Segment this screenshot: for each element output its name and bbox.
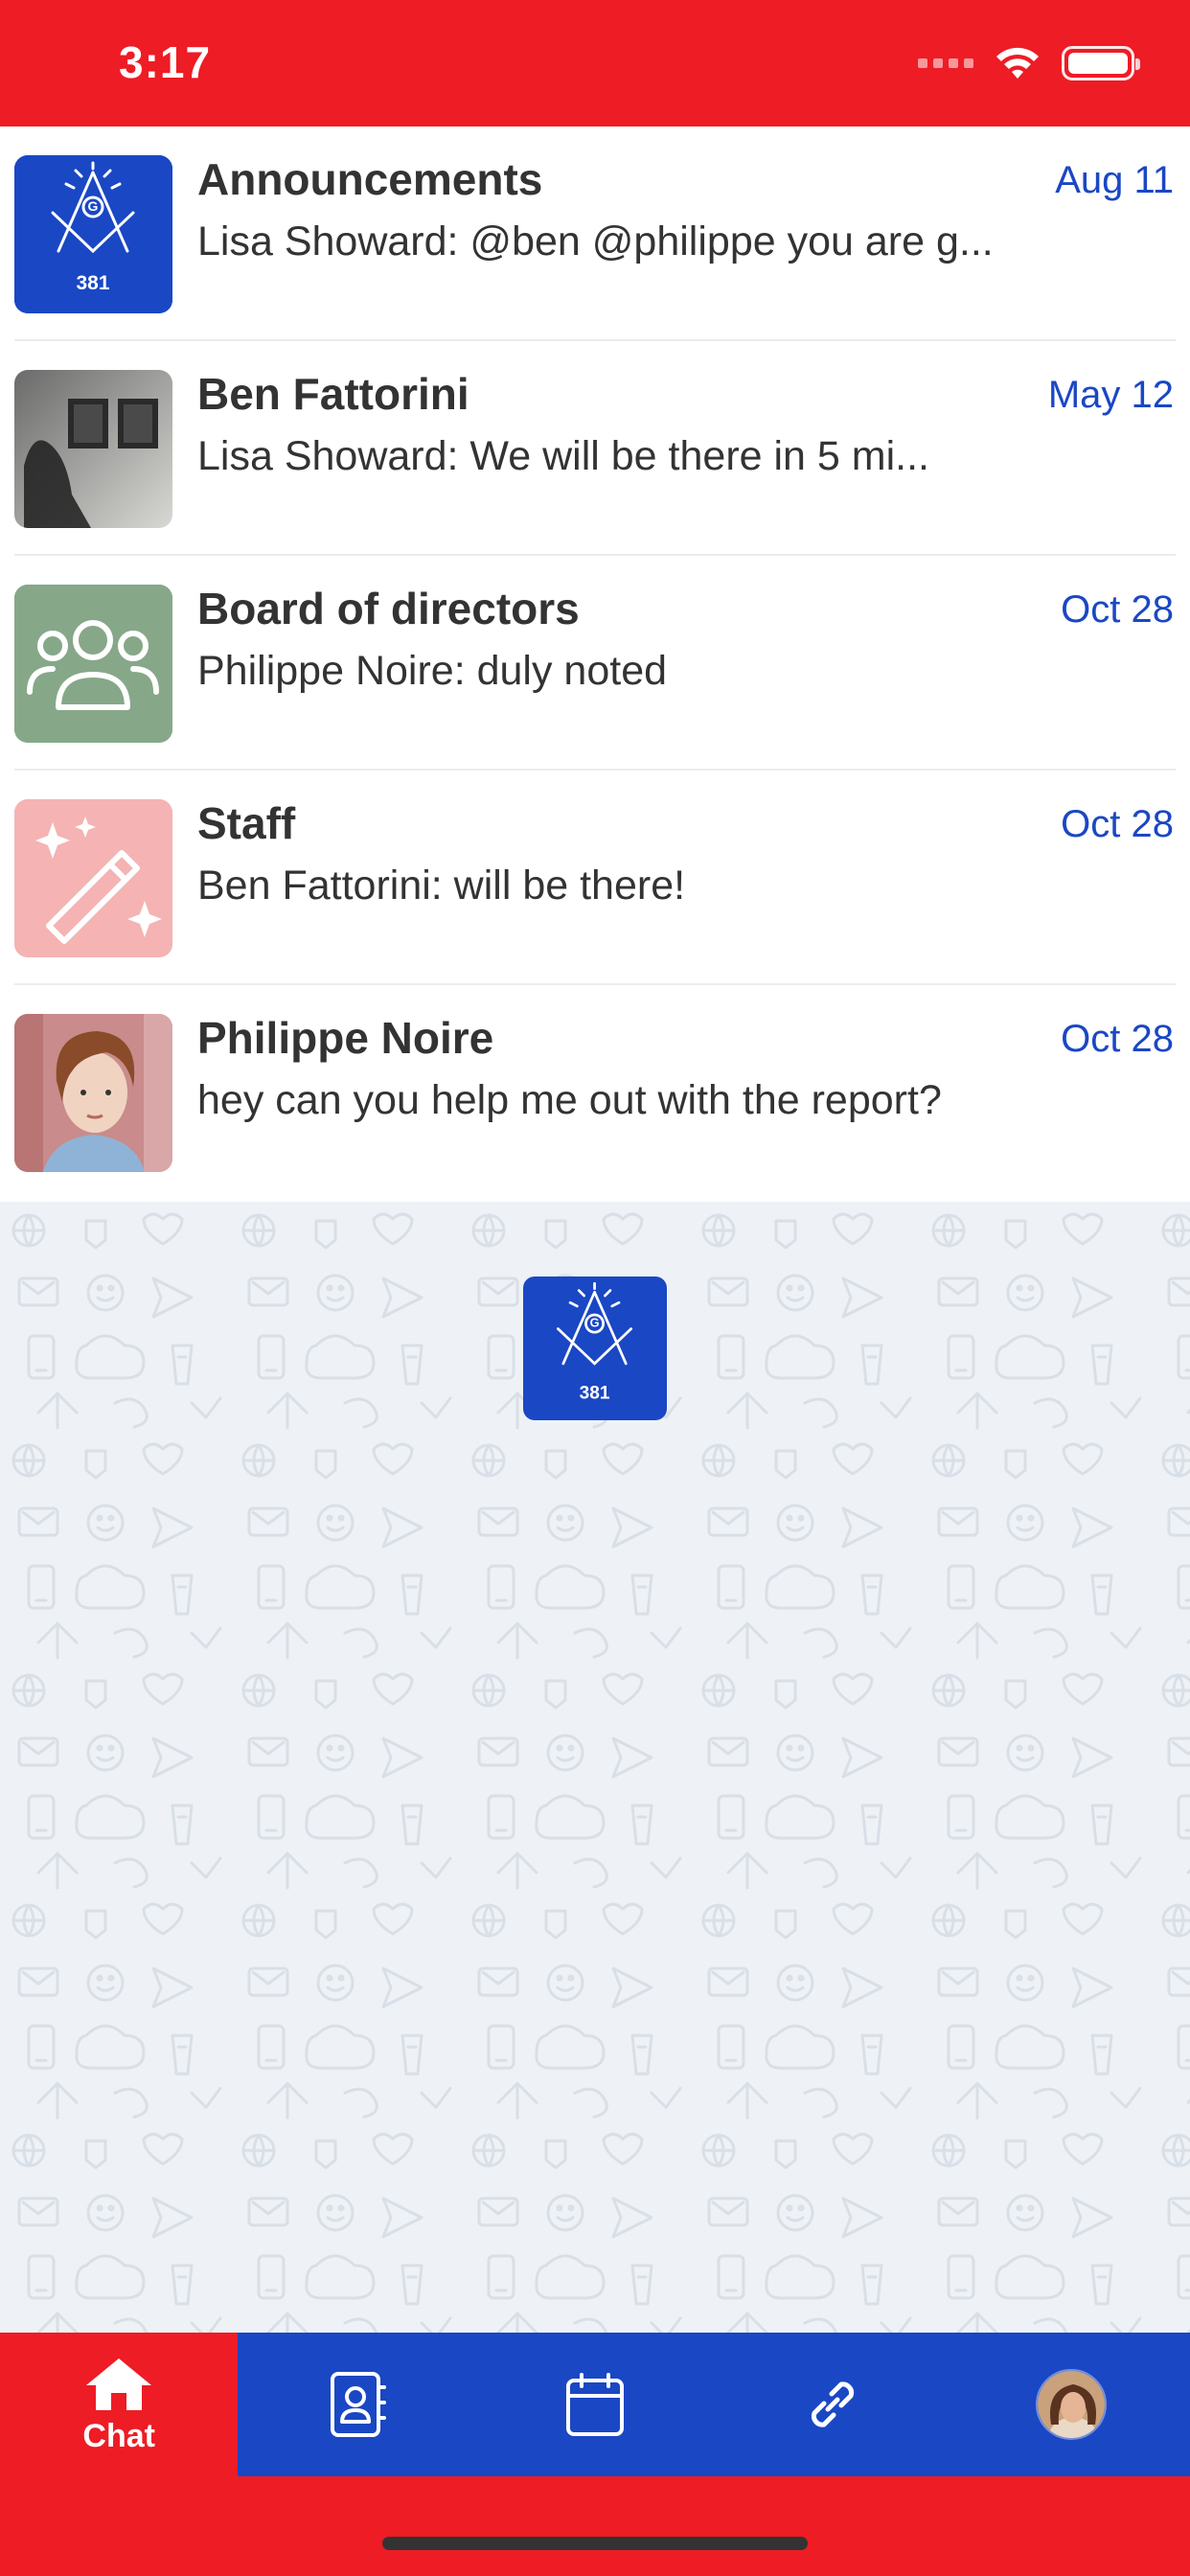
chat-item-announcements[interactable]: G 381 Announcements Aug 11 Lisa Showard:… [0, 126, 1190, 341]
battery-icon [1062, 46, 1140, 80]
photo-avatar [14, 370, 172, 528]
status-indicators [918, 42, 1140, 84]
tab-chat-label: Chat [82, 2417, 155, 2454]
chat-date: Oct 28 [1061, 1018, 1174, 1060]
chat-name: Board of directors [197, 584, 580, 633]
chat-name: Ben Fattorini [197, 369, 469, 419]
chat-date: May 12 [1047, 374, 1174, 416]
chat-date: Oct 28 [1061, 588, 1174, 631]
chat-name: Staff [197, 798, 296, 848]
chat-preview: Philippe Noire: duly noted [197, 648, 668, 694]
profile-avatar [1035, 2369, 1107, 2440]
svg-text:G: G [590, 1316, 600, 1330]
chat-preview: Lisa Showard: @ben @philippe you are g..… [197, 218, 994, 264]
link-icon [812, 2381, 855, 2427]
chat-item-ben-fattorini[interactable]: Ben Fattorini May 12 Lisa Showard: We wi… [0, 341, 1190, 556]
logo-badge-number: 381 [76, 272, 109, 294]
tab-links[interactable] [714, 2333, 951, 2476]
tab-calendar[interactable] [476, 2333, 714, 2476]
magic-wand-icon [14, 799, 172, 957]
chat-name: Philippe Noire [197, 1013, 494, 1063]
center-logo: G 381 [523, 1276, 667, 1420]
status-bar: 3:17 [0, 0, 1190, 126]
logo-badge-number: 381 [580, 1383, 610, 1403]
chat-preview: hey can you help me out with the report? [197, 1077, 942, 1123]
svg-text:G: G [88, 198, 99, 214]
chat-name: Announcements [197, 154, 543, 204]
chat-date: Aug 11 [1055, 159, 1174, 201]
masonic-logo-icon: G 381 [14, 155, 172, 313]
photo-avatar [14, 1014, 172, 1172]
tab-chat[interactable]: Chat [0, 2333, 239, 2476]
home-indicator [382, 2537, 808, 2550]
chat-preview: Ben Fattorini: will be there! [197, 862, 686, 908]
tab-contacts[interactable] [238, 2333, 475, 2476]
wifi-icon [996, 47, 1039, 79]
chat-list: G 381 Announcements Aug 11 Lisa Showard:… [0, 126, 1190, 1202]
chat-background-pattern: G 381 [0, 1202, 1190, 2333]
tab-profile[interactable] [952, 2333, 1190, 2476]
chat-preview: Lisa Showard: We will be there in 5 mi..… [197, 433, 929, 479]
group-icon [14, 585, 172, 743]
calendar-icon [565, 2373, 624, 2436]
chat-date: Oct 28 [1061, 803, 1174, 845]
bottom-safe-area [0, 2476, 1190, 2576]
contacts-icon [330, 2372, 386, 2437]
chat-item-board-of-directors[interactable]: Board of directors Oct 28 Philippe Noire… [0, 556, 1190, 770]
status-time: 3:17 [119, 37, 212, 87]
chat-item-staff[interactable]: Staff Oct 28 Ben Fattorini: will be ther… [0, 770, 1190, 985]
tab-bar: Chat [0, 2333, 1190, 2476]
chat-item-philippe-noire[interactable]: Philippe Noire Oct 28 hey can you help m… [0, 985, 1190, 1200]
cellular-signal-icon [918, 58, 973, 68]
home-icon [86, 2358, 152, 2410]
